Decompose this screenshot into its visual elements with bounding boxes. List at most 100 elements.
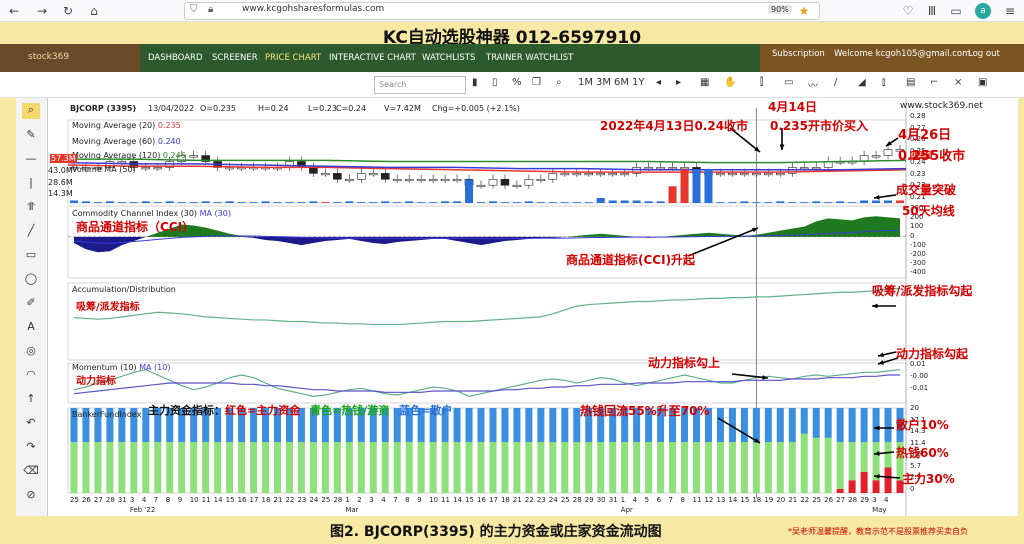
- ellipse-icon[interactable]: ◯: [22, 272, 40, 288]
- volume-bar: [752, 202, 761, 203]
- grid-icon[interactable]: ▦: [700, 77, 709, 88]
- subscription-link[interactable]: Subscription: [772, 49, 825, 59]
- sidebar-icon[interactable]: ▭: [948, 3, 964, 19]
- text-tool-icon[interactable]: A: [22, 320, 40, 336]
- undo-icon[interactable]: ↶: [22, 416, 40, 432]
- volume-bar: [728, 202, 737, 203]
- volume-bar: [345, 201, 354, 203]
- kagi-icon[interactable]: ⌐: [930, 77, 938, 88]
- date-tick: 28: [572, 496, 582, 504]
- volume-bar: [860, 200, 869, 203]
- candle: [428, 178, 438, 182]
- percent-icon[interactable]: %: [512, 77, 522, 88]
- reload-icon[interactable]: ↻: [60, 3, 76, 19]
- library-icon[interactable]: Ⅲ: [924, 3, 940, 19]
- bfi-green-bar: [106, 442, 114, 493]
- ruler-icon[interactable]: ⊘: [22, 488, 40, 504]
- vertical-line-icon[interactable]: |: [22, 176, 40, 192]
- period-6m[interactable]: 6M: [614, 77, 629, 88]
- bfi-blue-bar: [489, 408, 497, 442]
- url-text[interactable]: www.kcgohsharesformulas.com: [242, 4, 384, 14]
- candle-type-icon[interactable]: ▭: [784, 77, 793, 88]
- date-tick: 31: [608, 496, 618, 504]
- redo-icon[interactable]: ↷: [22, 440, 40, 456]
- renko-icon[interactable]: ▤: [906, 77, 915, 88]
- legend-volume: Volume MA (50): [72, 165, 136, 174]
- bfi-green-bar: [621, 442, 629, 493]
- candle: [476, 184, 486, 188]
- nav-watchlists[interactable]: WATCHLISTS: [422, 53, 475, 63]
- back-icon[interactable]: ←: [6, 3, 22, 19]
- period-3m[interactable]: 3M: [596, 77, 611, 88]
- home-icon[interactable]: ⌂: [86, 3, 102, 19]
- date-tick: 9: [177, 496, 183, 504]
- star-icon[interactable]: ★: [796, 3, 812, 19]
- comment-tool-icon[interactable]: ✎: [22, 128, 40, 144]
- volume-bar: [872, 200, 881, 203]
- bar-type-icon[interactable]: ⫿: [760, 77, 763, 88]
- eraser-icon[interactable]: ▯: [492, 77, 498, 88]
- nav-trainer-watchlist[interactable]: TRAINER WATCHLIST: [486, 53, 573, 63]
- chart-canvas[interactable]: [48, 98, 1018, 516]
- candle-chart-icon[interactable]: ▮: [472, 77, 478, 88]
- volume-bar: [632, 200, 641, 203]
- candle: [404, 178, 414, 182]
- area-chart-icon[interactable]: ◢: [858, 77, 866, 88]
- chart-open: O=0.235: [200, 104, 236, 113]
- annotation-mom-up: 动力指标勾上: [648, 356, 721, 370]
- forward-icon[interactable]: →: [34, 3, 50, 19]
- annotation-bfi-legend: 主力资金指标：红色=主力资金 青色=热钱/游资 蓝色=散户: [148, 404, 453, 417]
- bfi-green-bar: [669, 442, 677, 493]
- symbol-search-input[interactable]: Search: [374, 76, 466, 94]
- annotation-momentum: 动力指标: [76, 376, 116, 387]
- bfi-blue-bar: [776, 408, 784, 442]
- scroll-left-icon[interactable]: ◂: [656, 77, 661, 88]
- bfi-green-bar: [333, 442, 341, 493]
- scroll-right-icon[interactable]: ▸: [676, 77, 681, 88]
- spiral-icon[interactable]: ◎: [22, 344, 40, 360]
- zoom-icon[interactable]: ⌕: [556, 77, 562, 88]
- pan-icon[interactable]: ✋: [724, 77, 736, 88]
- hollow-candle-icon[interactable]: ⫾: [882, 77, 885, 88]
- pointer-tool-icon[interactable]: ⌕: [22, 103, 40, 119]
- nav-price-chart[interactable]: PRICE CHART: [265, 53, 321, 63]
- nav-screener[interactable]: SCREENER: [212, 53, 258, 63]
- chart-high: H=0.24: [258, 104, 289, 113]
- date-tick: 4: [141, 496, 147, 504]
- pnf-icon[interactable]: ⨯: [954, 77, 962, 88]
- trendline-icon[interactable]: ╱: [22, 224, 40, 240]
- rectangle-icon[interactable]: ▭: [22, 248, 40, 264]
- line-chart-icon[interactable]: ∕: [834, 77, 837, 88]
- shield-icon[interactable]: ⛉: [190, 4, 198, 15]
- arrow-up-icon[interactable]: ↑: [22, 392, 40, 408]
- date-tick: 17: [488, 496, 498, 504]
- bfi-green-bar: [214, 442, 222, 493]
- zoom-level[interactable]: 90%: [768, 5, 792, 14]
- delete-icon[interactable]: ⌫: [22, 464, 40, 480]
- account-icon[interactable]: a: [975, 3, 991, 19]
- line-type-icon[interactable]: 〰: [808, 77, 818, 92]
- menu-icon[interactable]: ≡: [1002, 3, 1018, 19]
- date-tick: 22: [524, 496, 534, 504]
- heikin-icon[interactable]: ▣: [978, 77, 987, 88]
- pocket-icon[interactable]: ♡: [900, 3, 916, 19]
- bfi-green-bar: [130, 442, 138, 493]
- cci-tick: -100: [910, 240, 926, 249]
- lock-icon[interactable]: 🔒︎: [208, 4, 213, 15]
- site-logo[interactable]: stock369: [0, 44, 140, 72]
- volume-bar: [81, 201, 90, 203]
- fib-tool-icon[interactable]: ⥣: [22, 200, 40, 216]
- period-1y[interactable]: 1Y: [632, 77, 644, 88]
- pencil-icon[interactable]: ✐: [22, 296, 40, 312]
- date-tick: 22: [285, 496, 295, 504]
- nav-interactive-chart[interactable]: INTERACTIVE CHART: [329, 53, 416, 63]
- period-1m[interactable]: 1M: [578, 77, 593, 88]
- bfi-green-bar: [645, 442, 653, 493]
- bfi-green-bar: [597, 442, 605, 493]
- nav-dashboard[interactable]: DASHBOARD: [148, 53, 203, 63]
- logout-link[interactable]: Log out: [968, 49, 1000, 59]
- month-tick: Apr: [620, 506, 633, 514]
- arc-icon[interactable]: ◠: [22, 368, 40, 384]
- horizontal-line-icon[interactable]: —: [22, 152, 40, 168]
- copy-icon[interactable]: ❐: [532, 77, 541, 88]
